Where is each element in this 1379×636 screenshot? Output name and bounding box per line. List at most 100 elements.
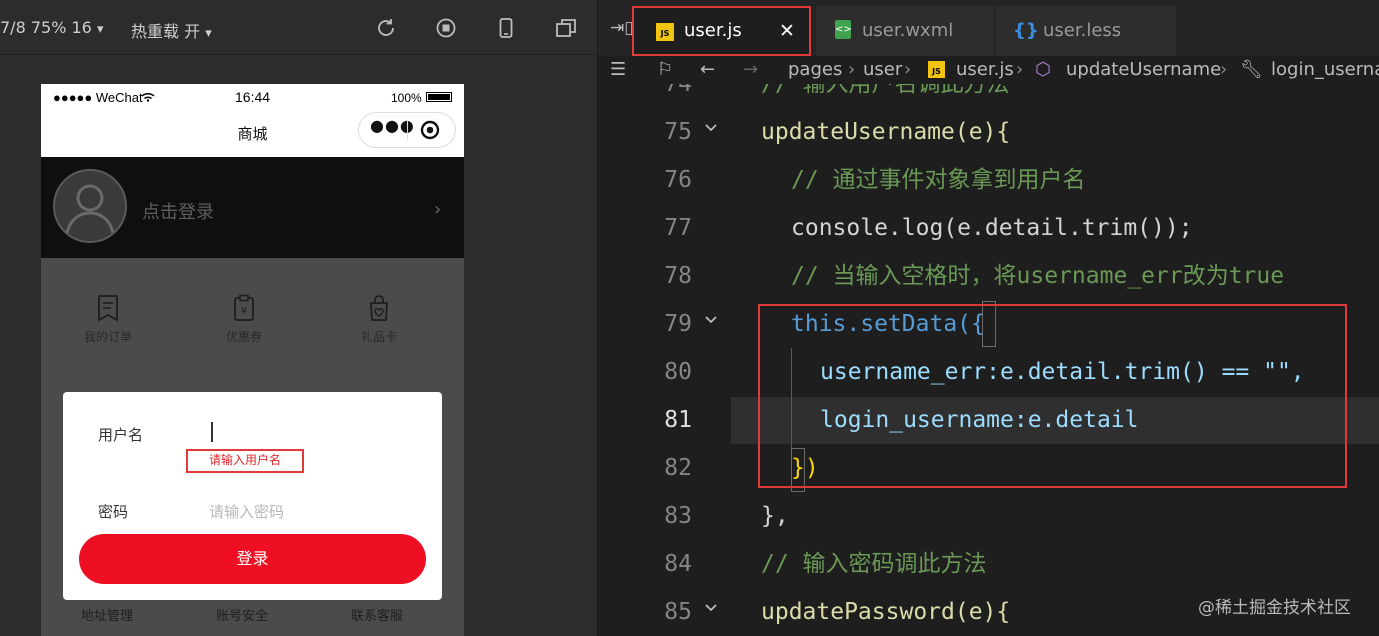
line-number: 76 [664,167,692,193]
username-error-message: 请输入用户名 [186,449,304,473]
line-number: 74 [664,84,692,97]
breadcrumb: ☰ ⚐ ← → pages › user › JS user.js › ⬡ up… [598,56,1379,84]
property-icon: 🔧︎ [1240,59,1263,80]
login-button[interactable]: 登录 [79,534,426,584]
line-number: 82 [664,455,692,481]
status-time: 16:44 [235,89,271,105]
simulator-panel: 7/8 75% 16 ▾ 热重载 开 ▾ ●●●●● WeChat 16:44 … [0,0,598,636]
code-line: 83 }, [598,492,1379,540]
line-number: 83 [664,503,692,529]
code-line: 78 // 当输入空格时，将username_err改为true [598,252,1379,300]
code-editor: ⇥▯ JS user.js ✕ <> user.wxml {} user.les… [598,0,1379,636]
code-line: 84 // 输入密码调此方法 [598,540,1379,588]
back-arrow-icon[interactable]: ← [700,56,715,84]
password-input[interactable]: 请输入密码 [209,501,284,522]
breadcrumb-segment[interactable]: user.js [956,56,1014,84]
line-number: 80 [664,359,692,385]
code-text: // 当输入空格时，将username_err改为true [791,263,1285,289]
code-text: // 输入密码调此方法 [761,551,987,577]
status-bar: ●●●●● WeChat 16:44 100% [41,84,464,111]
chevron-right-icon: › [434,199,442,220]
code-line: 75 updateUsername(e){ [598,108,1379,156]
grid-item-orders[interactable]: 我的订单 [48,294,168,345]
battery-icon [426,92,452,102]
order-icon [98,295,118,322]
password-label: 密码 [98,503,129,521]
breadcrumb-segment[interactable]: pages [788,56,842,84]
grid-item-label: 礼品卡 [360,330,397,344]
breadcrumb-segment[interactable]: login_userna [1271,56,1379,84]
profile-header[interactable]: 点击登录 › [41,157,464,258]
text-cursor [211,422,213,442]
line-number: 75 [664,119,692,145]
code-text: // 输入用户名调此方法 [761,84,1010,97]
line-number: 78 [664,263,692,289]
stop-icon[interactable] [435,17,457,39]
window-mode-icon[interactable] [555,17,577,39]
js-file-icon: JS [928,61,945,78]
code-text: console.log(e.detail.trim()); [791,215,1193,241]
username-label: 用户名 [98,426,144,444]
close-circle-icon[interactable] [420,120,440,140]
code-area[interactable]: 74 // 输入用户名调此方法 75 updateUsername(e){ 76… [598,84,1379,636]
method-icon: ⬡ [1035,59,1051,80]
login-hint[interactable]: 点击登录 [142,198,214,224]
code-text: // 通过事件对象拿到用户名 [791,167,1086,193]
svg-text:¥: ¥ [241,306,247,317]
code-text: updatePassword(e){ [761,599,1011,625]
list-icon[interactable]: ☰ [610,56,626,84]
grid-item-label: 优惠券 [225,330,262,344]
close-icon[interactable]: ✕ [779,6,795,56]
editor-tab-bar: ⇥▯ JS user.js ✕ <> user.wxml {} user.les… [598,0,1379,56]
chevron-down-icon: ▾ [96,22,104,37]
line-number: 84 [664,551,692,577]
phone-screen: ●●●●● WeChat 16:44 100% 商城 ●●● 点击登录 › 我的… [41,84,464,636]
carrier-label: ●●●●● WeChat [53,90,143,105]
wifi-icon [141,92,155,102]
chevron-down-icon: ▾ [205,26,212,41]
hot-reload-dropdown[interactable]: 热重载 开 ▾ [131,18,212,42]
annotation-highlight-box [758,304,1347,488]
code-line: 74 // 输入用户名调此方法 [598,84,1379,108]
fold-chevron-icon[interactable] [702,310,720,328]
toggle-sidebar-icon[interactable]: ⇥▯ [610,18,634,38]
device-info-dropdown[interactable]: 7/8 75% 16 ▾ [0,18,103,37]
more-icon[interactable]: ●●● [370,116,415,135]
gift-card-icon [370,295,388,321]
watermark: @稀土掘金技术社区 [1198,598,1351,618]
code-text: }, [761,503,789,529]
forward-arrow-icon[interactable]: → [743,56,758,84]
fold-chevron-icon[interactable] [702,598,720,616]
code-line: 76 // 通过事件对象拿到用户名 [598,156,1379,204]
username-input[interactable] [211,422,431,446]
breadcrumb-segment[interactable]: updateUsername [1066,56,1221,84]
tab-user-less[interactable]: {} user.less [996,6,1176,56]
grid-item-giftcard[interactable]: 礼品卡 [319,294,439,345]
address-management-item[interactable]: 地址管理 [81,605,133,624]
simulator-toolbar: 7/8 75% 16 ▾ 热重载 开 ▾ [0,0,597,55]
breadcrumb-separator: › [848,59,856,80]
breadcrumb-segment[interactable]: user [863,56,902,84]
grid-item-coupons[interactable]: ¥ 优惠券 [184,294,304,345]
tab-user-js[interactable]: JS user.js ✕ [632,6,811,56]
wxml-file-icon: <> [835,20,852,39]
mini-program-capsule: ●●● [358,112,456,148]
tab-user-wxml[interactable]: <> user.wxml [816,6,994,56]
hot-reload-label: 热重载 开 [131,22,201,41]
bookmark-icon[interactable]: ⚐ [657,56,673,84]
breadcrumb-separator: › [1220,59,1228,80]
fold-chevron-icon[interactable] [702,118,720,136]
line-number: 85 [664,599,692,625]
code-text: updateUsername(e){ [761,119,1011,145]
contact-support-item[interactable]: 联系客服 [351,605,403,624]
phone-preview-icon[interactable] [495,17,517,39]
refresh-icon[interactable] [375,17,397,39]
user-avatar-icon [65,184,115,234]
login-modal: 用户名 请输入用户名 密码 请输入密码 登录 [63,392,442,600]
tab-label: user.js [684,20,742,41]
avatar[interactable] [53,169,127,243]
tab-label: user.less [1043,20,1122,41]
line-number: 81 [664,407,692,433]
js-file-icon: JS [656,23,674,41]
account-security-item[interactable]: 账号安全 [216,605,268,624]
